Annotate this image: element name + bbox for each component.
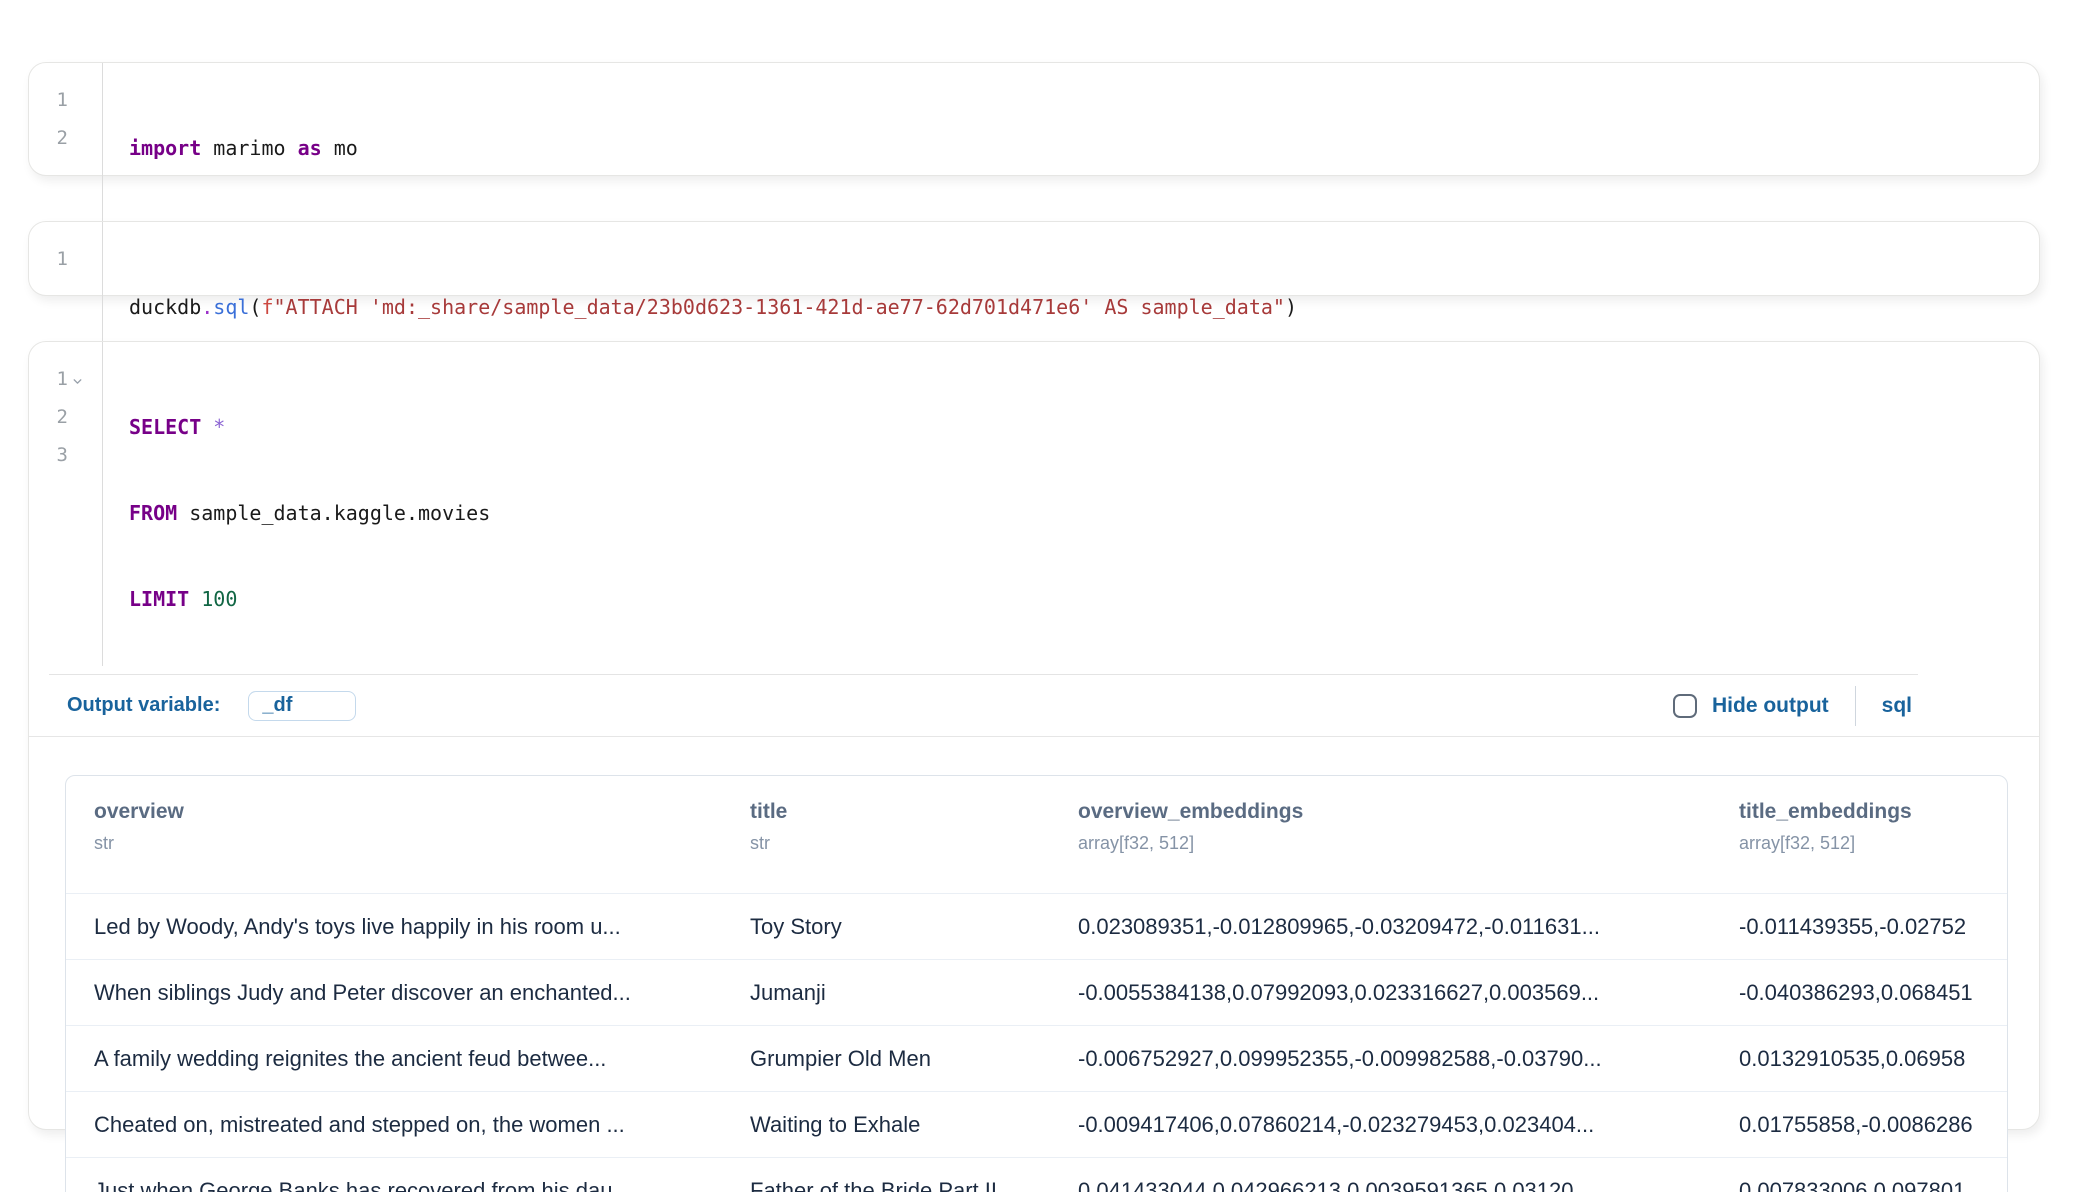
code-cell-imports: 1 2 import marimo as mo import duckdb: [28, 62, 2040, 176]
table-row[interactable]: Cheated on, mistreated and stepped on, t…: [66, 1091, 2007, 1157]
code-line: FROM sample_data.kaggle.movies: [129, 494, 490, 532]
language-badge[interactable]: sql: [1882, 694, 1912, 718]
cell-title-embeddings: -0.040386293,0.068451: [1739, 980, 1989, 1006]
cell-title: Father of the Bride Part II: [750, 1178, 1078, 1192]
cell-overview: Cheated on, mistreated and stepped on, t…: [66, 1112, 750, 1138]
fstring-prefix-token: f: [261, 295, 273, 319]
divider: [1855, 686, 1856, 726]
table-header-row: overview str title str overview_embeddin…: [66, 776, 2007, 893]
column-header-title-embeddings[interactable]: title_embeddings array[f32, 512]: [1739, 800, 1989, 893]
identifier-token: sample_data.kaggle.movies: [177, 501, 490, 525]
paren-token: ): [1285, 295, 1297, 319]
cell-overview-embeddings: -0.006752927,0.099952355,-0.009982588,-0…: [1078, 1046, 1739, 1072]
code-cell-sql: 1 2 3 SELECT * FROM sample_data.kaggle.m…: [28, 341, 2040, 1130]
cell-title-embeddings: -0.011439355,-0.02752: [1739, 914, 1989, 940]
line-number-gutter: 1 2 3: [29, 342, 103, 666]
column-header-overview-embeddings[interactable]: overview_embeddings array[f32, 512]: [1078, 800, 1739, 893]
column-header-title[interactable]: title str: [750, 800, 1078, 893]
cell-title: Waiting to Exhale: [750, 1112, 1078, 1138]
code-line: duckdb.sql(f"ATTACH 'md:_share/sample_da…: [129, 288, 1297, 326]
code-content: SELECT * FROM sample_data.kaggle.movies …: [103, 342, 490, 666]
cell-overview: Just when George Banks has recovered fro…: [66, 1178, 750, 1192]
column-type: str: [94, 833, 750, 854]
table-row[interactable]: A family wedding reignites the ancient f…: [66, 1025, 2007, 1091]
identifier-token: marimo: [201, 136, 297, 160]
paren-token: (: [249, 295, 261, 319]
keyword-token: as: [298, 136, 322, 160]
cell-output-controls: Hide output sql: [1673, 675, 1912, 736]
column-type: str: [750, 833, 1078, 854]
column-name: overview_embeddings: [1078, 800, 1739, 824]
column-name: title_embeddings: [1739, 800, 1989, 824]
column-type: array[f32, 512]: [1739, 833, 1989, 854]
cell-title-embeddings: 0.007833006,0.097801: [1739, 1178, 1989, 1192]
hide-output-label[interactable]: Hide output: [1712, 694, 1829, 718]
line-number: 2: [29, 119, 102, 157]
cell-title: Jumanji: [750, 980, 1078, 1006]
cell-overview-embeddings: -0.0055384138,0.07992093,0.023316627,0.0…: [1078, 980, 1739, 1006]
column-header-overview[interactable]: overview str: [66, 800, 750, 893]
cell-overview: When siblings Judy and Peter discover an…: [66, 980, 750, 1006]
line-number: 1: [29, 240, 102, 278]
operator-token: .: [201, 295, 213, 319]
keyword-token: import: [129, 136, 201, 160]
function-token: sql: [213, 295, 249, 319]
line-number: 3: [29, 436, 102, 474]
output-variable-label: Output variable:: [67, 694, 220, 717]
cell-overview-embeddings: 0.041433044,0.042966213,0.0039591365,0.0…: [1078, 1178, 1739, 1192]
keyword-token: LIMIT: [129, 587, 189, 611]
dataframe-table: overview str title str overview_embeddin…: [65, 775, 2008, 1192]
divider: [29, 736, 2039, 737]
cell-title-embeddings: 0.0132910535,0.06958: [1739, 1046, 1989, 1072]
output-variable-input[interactable]: _df: [248, 691, 356, 721]
column-name: overview: [94, 800, 750, 824]
hide-output-checkbox[interactable]: [1673, 694, 1697, 718]
cell-overview-embeddings: -0.009417406,0.07860214,-0.023279453,0.0…: [1078, 1112, 1739, 1138]
keyword-token: FROM: [129, 501, 177, 525]
cell-overview-embeddings: 0.023089351,-0.012809965,-0.03209472,-0.…: [1078, 914, 1739, 940]
line-number: 1: [29, 81, 102, 119]
code-line: import marimo as mo: [129, 129, 358, 167]
code-line: LIMIT 100: [129, 580, 490, 618]
line-number: 1: [29, 360, 102, 398]
table-row[interactable]: Led by Woody, Andy's toys live happily i…: [66, 893, 2007, 959]
keyword-token: SELECT: [129, 415, 201, 439]
output-variable-row: Output variable: _df Hide output sql: [29, 675, 2039, 736]
cell-overview: A family wedding reignites the ancient f…: [66, 1046, 750, 1072]
cell-title: Grumpier Old Men: [750, 1046, 1078, 1072]
fold-chevron-icon[interactable]: [71, 363, 84, 401]
table-row[interactable]: Just when George Banks has recovered fro…: [66, 1157, 2007, 1192]
line-number: 2: [29, 398, 102, 436]
marimo-notebook: 1 2 import marimo as mo import duckdb 1 …: [0, 0, 2086, 1192]
line-number-text: 1: [57, 360, 68, 398]
column-type: array[f32, 512]: [1078, 833, 1739, 854]
code-line: SELECT *: [129, 408, 490, 446]
star-token: *: [201, 415, 225, 439]
cell-title: Toy Story: [750, 914, 1078, 940]
table-row[interactable]: When siblings Judy and Peter discover an…: [66, 959, 2007, 1025]
cell-title-embeddings: 0.01755858,-0.0086286: [1739, 1112, 1989, 1138]
number-token: 100: [189, 587, 237, 611]
string-token: "ATTACH 'md:_share/sample_data/23b0d623-…: [274, 295, 1285, 319]
code-editor[interactable]: 1 2 3 SELECT * FROM sample_data.kaggle.m…: [29, 342, 2039, 666]
code-cell-attach: 1 duckdb.sql(f"ATTACH 'md:_share/sample_…: [28, 221, 2040, 296]
cell-overview: Led by Woody, Andy's toys live happily i…: [66, 914, 750, 940]
column-name: title: [750, 800, 1078, 824]
identifier-token: duckdb: [129, 295, 201, 319]
identifier-token: mo: [322, 136, 358, 160]
